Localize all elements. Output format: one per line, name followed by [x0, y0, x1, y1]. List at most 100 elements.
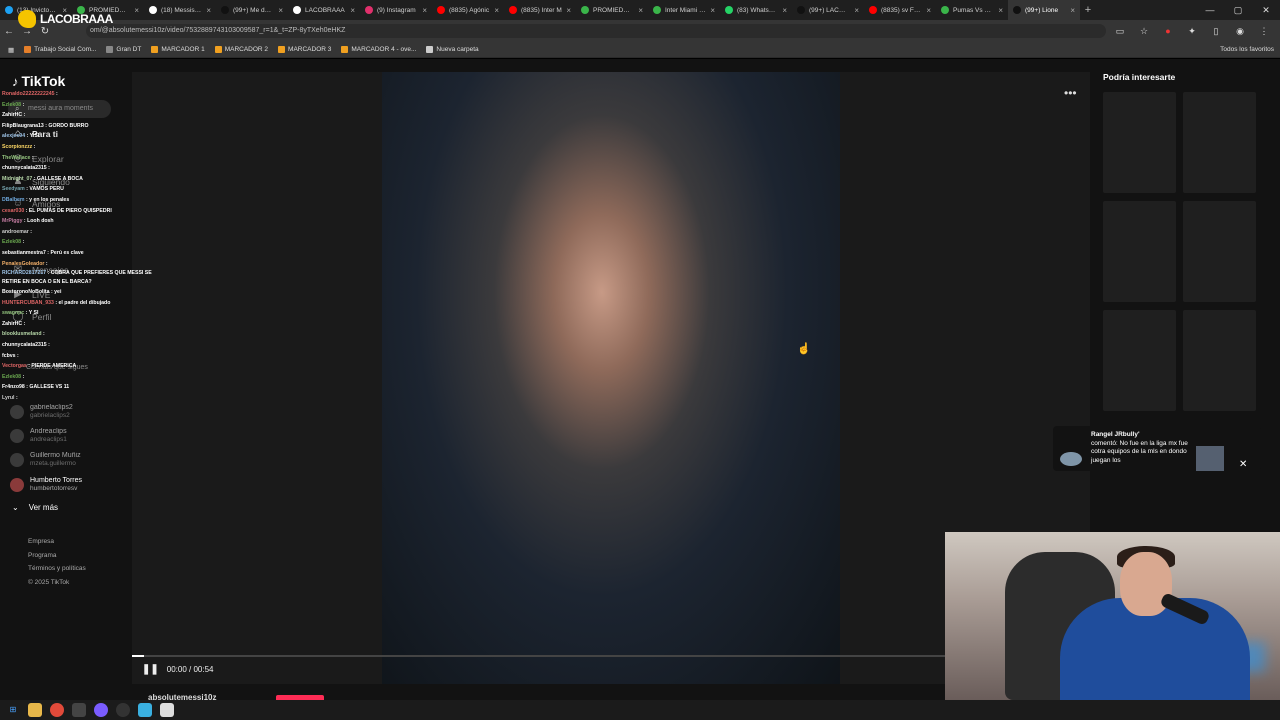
bookmark-item[interactable]: MARCADOR 1	[151, 46, 205, 53]
recommended-video[interactable]	[1183, 310, 1256, 411]
chat-text: : GALLESE VS 11	[26, 384, 70, 391]
app-icon[interactable]	[116, 703, 130, 717]
following-account[interactable]: Andreaclips andreaclips1	[10, 428, 67, 443]
chrome-icon[interactable]	[50, 703, 64, 717]
bookmark-item[interactable]: MARCADOR 4 - ove...	[341, 46, 416, 53]
pause-icon[interactable]: ❚❚	[142, 664, 159, 675]
chat-username: RICHARD2817217	[2, 270, 47, 277]
close-tab-icon[interactable]: ×	[782, 6, 787, 15]
windows-start-icon[interactable]: ⊞	[6, 703, 20, 717]
close-tab-icon[interactable]: ×	[926, 6, 931, 15]
close-tab-icon[interactable]: ×	[566, 6, 571, 15]
close-tab-icon[interactable]: ×	[638, 6, 643, 15]
browser-tab[interactable]: (99+) Me duele ×	[216, 0, 288, 20]
recommended-video[interactable]	[1103, 310, 1176, 411]
streamer-webcam	[945, 532, 1280, 700]
browser-tab[interactable]: (83) WhatsApp ×	[720, 0, 792, 20]
bookmark-item[interactable]: Gran DT	[106, 46, 141, 53]
browser-tab[interactable]: (99+) LACOBRA ×	[792, 0, 864, 20]
following-account[interactable]: Humberto Torres humbertotorresv	[10, 477, 82, 492]
chat-username: FilipBlaugrana13	[2, 122, 44, 129]
close-tab-icon[interactable]: ×	[494, 6, 499, 15]
tab-favicon-icon	[653, 6, 661, 14]
recommended-video[interactable]	[1103, 92, 1176, 193]
minimize-icon[interactable]: —	[1196, 0, 1224, 20]
bookmark-item[interactable]: Nueva carpeta	[426, 46, 479, 53]
chat-text: :	[22, 239, 25, 246]
notification-text: comentó: No fue en la liga mx fue cotra …	[1091, 439, 1188, 464]
menu-icon[interactable]: ⋮	[1256, 23, 1272, 39]
browser-tab[interactable]: Pumas Vs Orla ×	[936, 0, 1008, 20]
tab-favicon-icon	[509, 6, 517, 14]
bookmark-star-icon[interactable]: ☆	[1136, 23, 1152, 39]
chat-username: Midnight_07	[2, 175, 33, 182]
bookmark-item[interactable]: Trabajo Social Com...	[24, 46, 96, 53]
video-frame[interactable]	[382, 72, 840, 684]
browser-tab[interactable]: (18) Messismo ×	[144, 0, 216, 20]
discord-icon[interactable]	[94, 703, 108, 717]
bookmark-item[interactable]: MARCADOR 3	[278, 46, 331, 53]
back-icon[interactable]: ←	[0, 26, 18, 37]
chat-message: Ezlek08 :	[2, 237, 160, 248]
browser-tab[interactable]: (8835) Agónic ×	[432, 0, 504, 20]
close-tab-icon[interactable]: ×	[422, 6, 427, 15]
recommended-video[interactable]	[1183, 201, 1256, 302]
close-tab-icon[interactable]: ×	[998, 6, 1003, 15]
video-controls: ❚❚ 00:00 / 00:54	[142, 664, 213, 675]
browser-tab[interactable]: (8835) Inter M ×	[504, 0, 576, 20]
obs-icon[interactable]	[72, 703, 86, 717]
url-field[interactable]: om/@absolutemessi10z/video/7532889743103…	[86, 24, 1106, 38]
recommended-video[interactable]	[1183, 92, 1256, 193]
footer-link[interactable]: Términos y políticas	[28, 562, 86, 576]
chat-text: :	[31, 154, 34, 161]
tab-favicon-icon	[725, 6, 733, 14]
following-account[interactable]: gabrielaclips2 gabrielaclips2	[10, 404, 73, 419]
all-bookmarks[interactable]: Todos los favoritos	[1220, 46, 1274, 53]
close-tab-icon[interactable]: ×	[278, 6, 283, 15]
tiktok-app-icon[interactable]	[160, 703, 174, 717]
apps-icon[interactable]: ▦	[8, 46, 14, 54]
ver-mas-button[interactable]: ⌄ Ver más	[12, 503, 58, 512]
comment-notification[interactable]: Rangel JRbully' comentó: No fue en la li…	[1053, 426, 1261, 471]
tiktok-logo[interactable]: ♪ TikTok	[12, 73, 65, 89]
chat-message: RICHARD2817217 : COBRA QUE PREFIERES QUE…	[2, 269, 160, 287]
close-window-icon[interactable]: ✕	[1252, 0, 1280, 20]
bookmark-label: Gran DT	[116, 46, 142, 53]
following-account[interactable]: Guillermo Muñiz mzeta.guillermo	[10, 452, 81, 467]
browser-tab[interactable]: Inter Miami Vs ×	[648, 0, 720, 20]
bookmark-item[interactable]: MARCADOR 2	[214, 46, 268, 53]
file-explorer-icon[interactable]	[28, 703, 42, 717]
tab-favicon-icon	[1013, 6, 1021, 14]
close-tab-icon[interactable]: ×	[1070, 6, 1075, 15]
chat-text: :	[48, 165, 50, 172]
video-time: 00:00 / 00:54	[166, 665, 214, 674]
close-tab-icon[interactable]: ×	[854, 6, 859, 15]
close-tab-icon[interactable]: ×	[206, 6, 211, 15]
browser-tab[interactable]: LACOBRAAA ×	[288, 0, 360, 20]
new-tab-icon[interactable]: +	[1080, 4, 1096, 16]
bookmark-label: MARCADOR 4 - ove...	[351, 46, 417, 53]
extension-icon[interactable]: ●	[1160, 23, 1176, 39]
browser-tab[interactable]: (99+) Lione ×	[1008, 0, 1080, 20]
footer-link[interactable]: Empresa	[28, 535, 86, 549]
cast-icon[interactable]: ▭	[1112, 23, 1128, 39]
close-tab-icon[interactable]: ×	[710, 6, 715, 15]
account-handle: gabrielaclips2	[30, 412, 70, 419]
profile-icon[interactable]: ◉	[1232, 23, 1248, 39]
maximize-icon[interactable]: ▢	[1224, 0, 1252, 20]
video-progress-bar[interactable]	[132, 655, 945, 657]
close-tab-icon[interactable]: ×	[350, 6, 355, 15]
close-tab-icon[interactable]: ×	[134, 6, 139, 15]
puzzle-icon[interactable]: ✦	[1184, 23, 1200, 39]
app-icon[interactable]	[138, 703, 152, 717]
close-icon[interactable]: ✕	[1239, 459, 1247, 470]
browser-tab[interactable]: (9) Instagram ×	[360, 0, 432, 20]
chat-username: Scorpionzzz	[2, 143, 33, 150]
more-options-icon[interactable]: •••	[1064, 86, 1077, 100]
recommended-video[interactable]	[1103, 201, 1176, 302]
footer-link[interactable]: Programa	[28, 549, 86, 563]
browser-tab[interactable]: (8835) sv Fútbo ×	[864, 0, 936, 20]
chat-message: Vectorgas : PIERDE AMERICA	[2, 361, 160, 372]
sidepanel-icon[interactable]: ▯	[1208, 23, 1224, 39]
browser-tab[interactable]: PROMIEDOS - ×	[576, 0, 648, 20]
